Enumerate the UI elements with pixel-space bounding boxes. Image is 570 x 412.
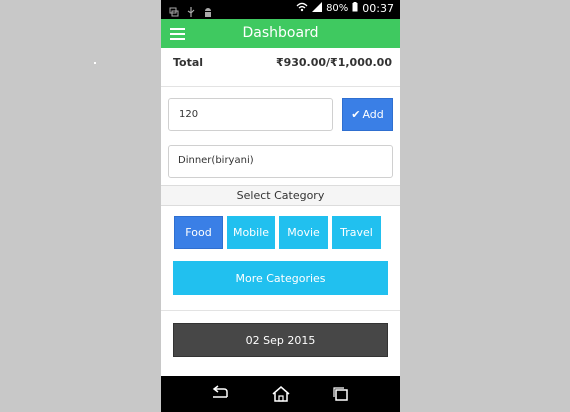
description-input[interactable]: Dinner(biryani) (168, 145, 393, 178)
battery-level: 80% (326, 3, 349, 14)
signal-icon (312, 2, 323, 15)
home-icon[interactable] (269, 384, 293, 404)
amount-input[interactable]: 120 (168, 98, 333, 131)
category-food-button[interactable]: Food (174, 216, 223, 249)
background-speck (94, 62, 96, 64)
usb-icon (186, 3, 196, 17)
category-movie-button[interactable]: Movie (279, 216, 328, 249)
total-label: Total (173, 56, 204, 69)
dashboard-content: Total ₹930.00/₹1,000.00 120 ✔ Add Dinner… (161, 48, 400, 376)
status-bar: 80% 00:37 (161, 0, 400, 19)
divider (161, 86, 400, 87)
clock: 00:37 (362, 2, 394, 15)
status-icons-right: 80% 00:37 (296, 2, 394, 15)
add-button-label: Add (362, 108, 384, 121)
recent-apps-icon[interactable] (329, 384, 353, 404)
notification-icon (169, 3, 179, 17)
battery-icon (352, 2, 358, 15)
check-icon: ✔ (351, 108, 361, 121)
status-icons-left (169, 3, 213, 17)
wifi-icon (296, 2, 308, 15)
total-value: ₹930.00/₹1,000.00 (275, 56, 392, 69)
more-categories-button[interactable]: More Categories (173, 261, 388, 295)
app-bar: Dashboard (161, 19, 400, 48)
date-picker-button[interactable]: 02 Sep 2015 (173, 323, 388, 357)
category-travel-button[interactable]: Travel (332, 216, 381, 249)
divider (161, 310, 400, 311)
phone-screen: 80% 00:37 Dashboard Total ₹930.00/₹1,000… (161, 0, 400, 412)
navigation-bar (161, 376, 400, 412)
page-title: Dashboard (242, 25, 319, 41)
category-mobile-button[interactable]: Mobile (227, 216, 275, 249)
back-icon[interactable] (209, 384, 233, 404)
add-button[interactable]: ✔ Add (342, 98, 393, 131)
total-summary: Total ₹930.00/₹1,000.00 (173, 56, 392, 69)
android-icon (203, 3, 213, 17)
select-category-heading: Select Category (161, 185, 400, 206)
